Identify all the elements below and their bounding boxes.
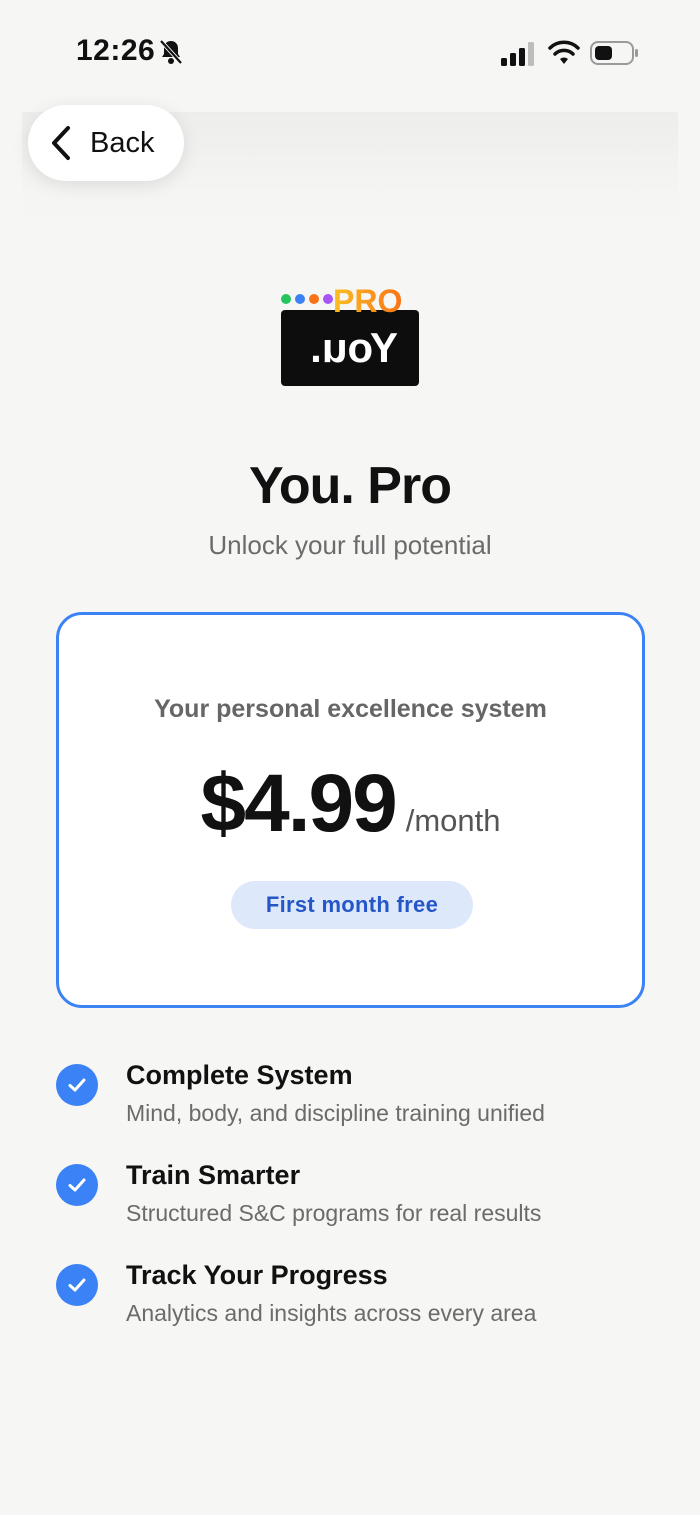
back-label: Back — [90, 126, 155, 159]
plan-price: $4.99 — [200, 758, 398, 849]
logo-dot-green — [281, 294, 291, 304]
logo-dot-orange — [309, 294, 319, 304]
cellular-signal-icon — [501, 42, 534, 66]
app-logo: PRO You. — [281, 283, 419, 386]
check-circle-icon — [56, 1264, 98, 1306]
page-title: You. Pro — [249, 457, 452, 515]
check-circle-icon — [56, 1164, 98, 1206]
plan-tagline: Your personal excellence system — [154, 695, 547, 723]
logo-dot-purple — [323, 294, 333, 304]
wifi-icon — [548, 40, 580, 64]
logo-badge-text: PRO — [333, 283, 402, 319]
feature-description: Structured S&C programs for real results — [126, 1200, 542, 1226]
battery-icon — [590, 41, 638, 65]
status-time: 12:26 — [76, 34, 156, 67]
paywall-screen: 12:26 Back PRO You. You. Pro Unlock your… — [0, 0, 700, 1515]
back-button[interactable]: Back — [28, 105, 184, 181]
page-subtitle: Unlock your full potential — [208, 530, 492, 560]
plan-card[interactable]: Your personal excellence system $4.99 /m… — [56, 612, 645, 1008]
bell-slash-icon — [159, 39, 183, 65]
feature-item: Train Smarter Structured S&C programs fo… — [56, 1160, 656, 1240]
logo-dot-blue — [295, 294, 305, 304]
check-circle-icon — [56, 1064, 98, 1106]
feature-title: Train Smarter — [126, 1160, 301, 1190]
promo-badge: First month free — [231, 881, 473, 929]
chevron-left-icon — [52, 126, 70, 160]
logo-mark-text: You. — [310, 324, 398, 371]
feature-item: Complete System Mind, body, and discipli… — [56, 1060, 656, 1140]
feature-description: Analytics and insights across every area — [126, 1300, 537, 1326]
price-row: $4.99 /month — [59, 757, 642, 851]
plan-period: /month — [405, 803, 501, 838]
feature-description: Mind, body, and discipline training unif… — [126, 1100, 545, 1126]
feature-item: Track Your Progress Analytics and insigh… — [56, 1260, 656, 1340]
feature-title: Track Your Progress — [126, 1260, 388, 1290]
feature-title: Complete System — [126, 1060, 353, 1090]
